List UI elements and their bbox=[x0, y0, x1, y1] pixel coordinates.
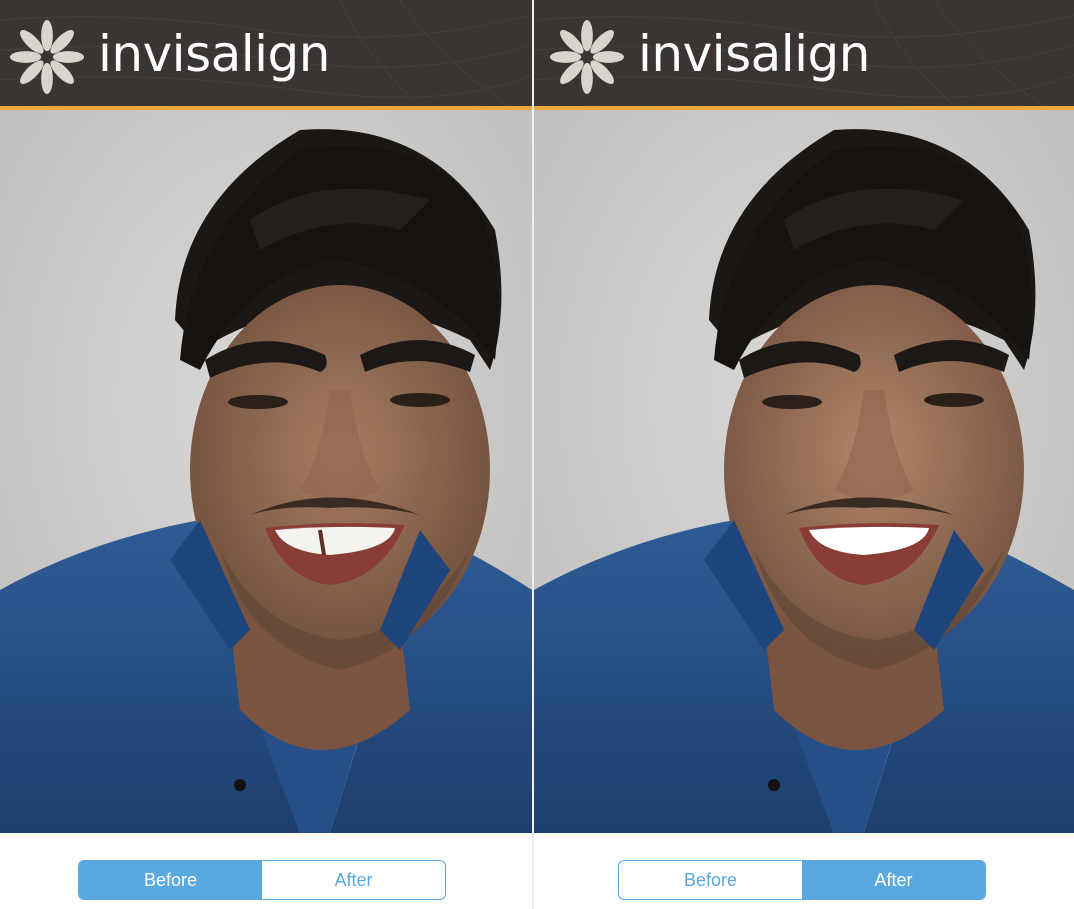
toggle-footer: Before After bbox=[0, 833, 532, 909]
after-panel: invisalign Before After bbox=[534, 0, 1074, 909]
after-segment[interactable]: After bbox=[802, 861, 985, 899]
before-segment[interactable]: Before bbox=[79, 861, 262, 899]
before-panel: invisalign Before After bbox=[0, 0, 532, 909]
before-photo bbox=[0, 110, 532, 833]
brand-logo-text: invisalign bbox=[98, 25, 330, 83]
toggle-footer: Before After bbox=[534, 833, 1074, 909]
before-segment[interactable]: Before bbox=[619, 861, 802, 899]
before-after-toggle: Before After bbox=[618, 860, 986, 900]
before-after-toggle: Before After bbox=[78, 860, 446, 900]
after-photo bbox=[534, 110, 1074, 833]
invisalign-starburst-icon bbox=[549, 19, 625, 95]
brand-logo-text: invisalign bbox=[638, 25, 870, 83]
invisalign-starburst-icon bbox=[9, 19, 85, 95]
app-header: invisalign bbox=[534, 0, 1074, 106]
after-segment[interactable]: After bbox=[262, 861, 445, 899]
app-header: invisalign bbox=[0, 0, 532, 106]
